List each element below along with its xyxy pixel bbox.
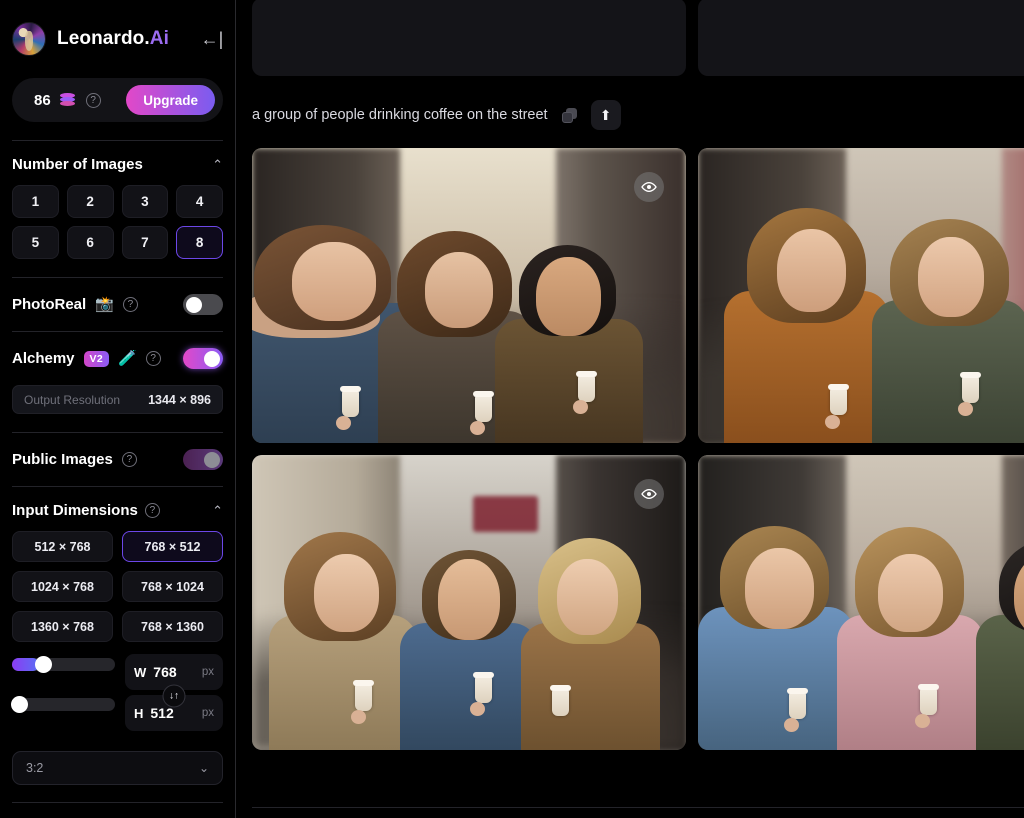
page-title: Leonardo.Ai: [57, 28, 169, 50]
generated-image-card-3[interactable]: [252, 455, 686, 750]
images-count-option-8[interactable]: 8: [176, 226, 223, 259]
width-key: W: [134, 664, 147, 680]
chevron-up-icon[interactable]: ⌃: [212, 503, 223, 519]
alchemy-row: Alchemy V2 🧪 ?: [0, 332, 235, 385]
number-of-images-header: Number of Images ⌃: [0, 141, 235, 185]
guidance-scale-header: Guidance Scale ?: [0, 803, 235, 818]
public-images-label: Public Images: [12, 451, 113, 468]
avatar[interactable]: [12, 22, 46, 56]
dimension-preset-768x512[interactable]: 768 × 512: [122, 531, 223, 562]
width-slider[interactable]: [12, 656, 115, 673]
upgrade-button[interactable]: Upgrade: [126, 85, 215, 115]
brand-row: Leonardo.Ai ←|: [0, 0, 235, 78]
images-count-option-1[interactable]: 1: [12, 185, 59, 218]
share-button[interactable]: ⬆: [590, 100, 621, 130]
dimension-preset-512x768[interactable]: 512 × 768: [12, 531, 113, 562]
output-resolution-box: Output Resolution 1344 × 896: [12, 385, 223, 414]
height-unit: px: [201, 707, 214, 719]
width-unit: px: [201, 666, 214, 678]
photoreal-toggle[interactable]: [183, 294, 223, 315]
photoreal-help-icon[interactable]: ?: [122, 297, 138, 312]
swap-dimensions-icon[interactable]: ↓↑: [162, 684, 186, 708]
main-content: a group of people drinking coffee on the…: [236, 0, 1024, 818]
placeholder-row: [236, 0, 1024, 76]
camera-sparkle-icon: 📸: [95, 296, 114, 313]
credits-count: 86: [34, 91, 51, 109]
aspect-ratio-select[interactable]: 3:2 ⌄: [12, 751, 223, 785]
height-value[interactable]: 512: [150, 705, 173, 721]
preview-eye-icon[interactable]: [634, 479, 664, 509]
dimension-preset-768x1360[interactable]: 768 × 1360: [122, 611, 223, 642]
chevron-down-icon: ⌄: [198, 761, 209, 775]
alchemy-toggle[interactable]: [183, 348, 223, 369]
output-resolution-label: Output Resolution: [24, 392, 121, 407]
aspect-ratio-value: 3:2: [26, 761, 44, 775]
prompt-row: a group of people drinking coffee on the…: [236, 76, 1024, 148]
height-key: H: [134, 705, 144, 721]
copy-icon[interactable]: [561, 107, 577, 123]
dimension-preset-1360x768[interactable]: 1360 × 768: [12, 611, 113, 642]
public-images-row: Public Images ?: [0, 433, 235, 486]
sidebar: Leonardo.Ai ←| 86 ? Upgrade Number of Im…: [0, 0, 236, 818]
input-dimensions-title: Input Dimensions: [12, 502, 138, 519]
placeholder-card[interactable]: [698, 0, 1024, 76]
alchemy-help-icon[interactable]: ?: [145, 351, 161, 366]
dimension-sliders: [11, 654, 115, 738]
dimension-preset-768x1024[interactable]: 768 × 1024: [122, 571, 223, 602]
app-root: Leonardo.Ai ←| 86 ? Upgrade Number of Im…: [0, 0, 1024, 818]
alchemy-label: Alchemy: [12, 350, 75, 367]
input-dimensions-presets: 512 × 768 768 × 512 1024 × 768 768 × 102…: [0, 531, 235, 642]
width-height-area: W 768 px H 512 px ↓↑: [0, 642, 235, 738]
height-slider[interactable]: [11, 696, 115, 713]
preview-eye-icon[interactable]: [634, 172, 664, 202]
results-grid-row-1: [236, 148, 1024, 443]
photoreal-row: PhotoReal 📸 ?: [0, 278, 235, 331]
images-count-option-2[interactable]: 2: [66, 185, 114, 218]
number-of-images-title: Number of Images: [12, 156, 143, 173]
width-height-fields: W 768 px H 512 px ↓↑: [125, 654, 223, 738]
brand-name-accent: Ai: [149, 28, 169, 49]
number-of-images-grid-row2: 5 6 7 8: [0, 226, 235, 259]
alchemy-version-badge: V2: [83, 350, 109, 367]
credits-pill: 86 ? Upgrade: [12, 78, 223, 122]
number-of-images-grid-row1: 1 2 3 4: [0, 185, 235, 218]
generated-image-card-1[interactable]: [252, 148, 686, 443]
images-count-option-5[interactable]: 5: [12, 226, 59, 259]
results-grid-row-2: [236, 455, 1024, 750]
images-count-option-7[interactable]: 7: [121, 226, 169, 259]
prompt-text: a group of people drinking coffee on the…: [252, 107, 548, 123]
input-dimensions-header: Input Dimensions ? ⌃: [0, 487, 235, 531]
credits-help-icon[interactable]: ?: [85, 92, 101, 108]
images-count-option-6[interactable]: 6: [66, 226, 114, 259]
collapse-sidebar-icon[interactable]: ←|: [201, 28, 224, 50]
test-tube-icon: 🧪: [117, 350, 137, 367]
images-count-option-3[interactable]: 3: [121, 185, 169, 218]
chevron-up-icon[interactable]: ⌃: [212, 157, 223, 173]
bottom-divider: [252, 807, 1024, 808]
photoreal-label: PhotoReal: [12, 296, 87, 313]
width-value[interactable]: 768: [153, 664, 176, 680]
generated-image-card-2[interactable]: [698, 148, 1024, 443]
input-dimensions-help-icon[interactable]: ?: [144, 503, 160, 518]
placeholder-card[interactable]: [252, 0, 686, 76]
brand-name-main: Leonardo: [57, 28, 145, 49]
public-images-help-icon[interactable]: ?: [121, 452, 137, 467]
output-resolution-value: 1344 × 896: [148, 392, 211, 407]
coin-stack-icon: [59, 92, 77, 108]
generated-image-card-4[interactable]: [698, 455, 1024, 750]
dimension-preset-1024x768[interactable]: 1024 × 768: [12, 571, 113, 602]
images-count-option-4[interactable]: 4: [176, 185, 223, 218]
public-images-toggle[interactable]: [183, 449, 223, 470]
